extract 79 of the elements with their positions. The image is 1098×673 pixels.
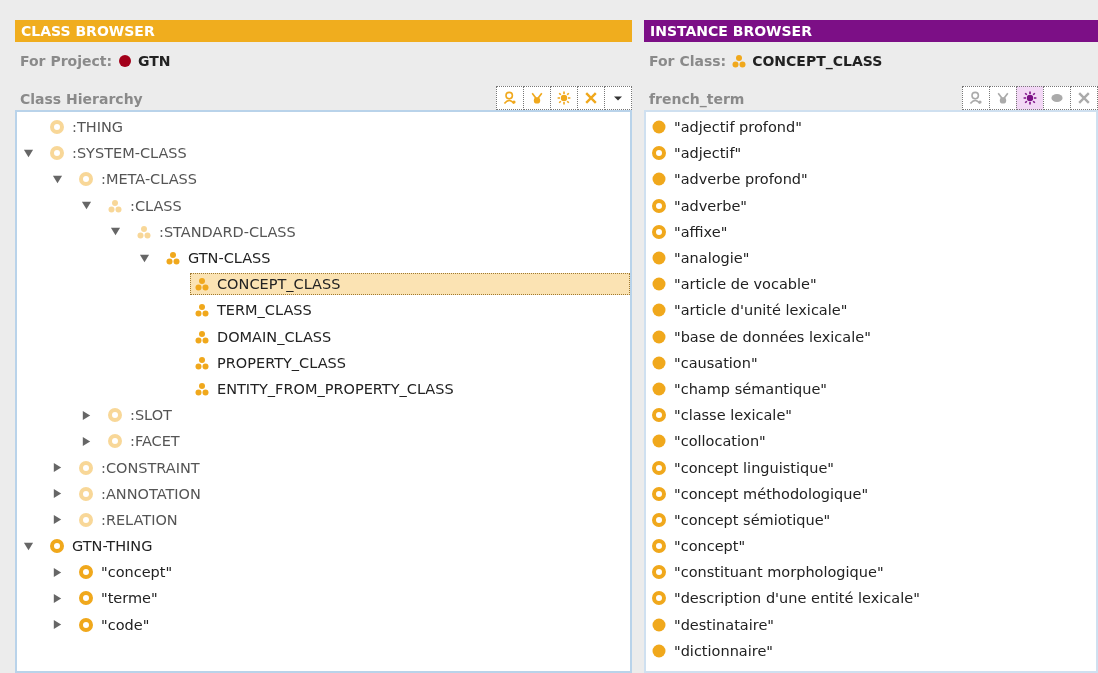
project-dot-icon: [118, 54, 133, 68]
collapse-arrow-icon[interactable]: [81, 200, 92, 212]
instance-item[interactable]: "adjectif": [646, 140, 1096, 167]
instance-item[interactable]: "champ sémantique": [646, 375, 1096, 403]
toolbar-button[interactable]: [577, 86, 605, 110]
branch-icon: [995, 90, 1011, 106]
instance-item[interactable]: "description d'une entité lexicale": [646, 585, 1096, 612]
tree-item[interactable]: :STANDARD-CLASS: [132, 220, 630, 243]
instance-item[interactable]: "affixe": [646, 218, 1096, 245]
cross-icon: [583, 90, 599, 106]
instance-item[interactable]: "collocation": [646, 428, 1096, 455]
expand-arrow-icon[interactable]: [52, 488, 63, 500]
instance-item[interactable]: "concept sémiotique": [646, 506, 1096, 533]
tree-item[interactable]: :FACET: [103, 430, 630, 453]
instance-item[interactable]: "dictionnaire": [646, 637, 1096, 664]
class-hierarchy-label: Class Hierarchy: [20, 91, 143, 109]
tree-item[interactable]: PROPERTY_CLASS: [190, 351, 630, 374]
instance-item[interactable]: "destinataire": [646, 611, 1096, 638]
instance-item[interactable]: "article d'unité lexicale": [646, 297, 1096, 324]
tree-item[interactable]: "code": [74, 613, 630, 636]
toolbar-button[interactable]: [523, 86, 551, 110]
cross-icon: [1076, 90, 1092, 106]
instance-item[interactable]: "constituant morphologique": [646, 559, 1096, 586]
instance-item[interactable]: "article de vocable": [646, 271, 1096, 298]
instance-item[interactable]: "classe lexicale": [646, 402, 1096, 429]
expand-arrow-icon[interactable]: [52, 619, 63, 631]
tree-item[interactable]: :SYSTEM-CLASS: [45, 142, 630, 165]
tree-item[interactable]: DOMAIN_CLASS: [190, 325, 630, 348]
collapse-arrow-icon[interactable]: [52, 173, 63, 185]
tree-item[interactable]: :CLASS: [103, 194, 630, 217]
dropdown-button[interactable]: [604, 86, 632, 110]
star-icon: [1022, 90, 1038, 106]
for-project-label: For Project:: [20, 53, 113, 69]
slot-label: french_term: [649, 91, 745, 110]
tree-item[interactable]: CONCEPT_CLASS: [190, 273, 630, 296]
project-name: GTN: [138, 53, 171, 69]
class-name: CONCEPT_CLASS: [752, 53, 883, 69]
tree-item[interactable]: :CONSTRAINT: [74, 456, 630, 479]
person-icon: [968, 90, 984, 106]
tree-item[interactable]: :THING: [45, 116, 630, 139]
tree-item[interactable]: :RELATION: [74, 508, 630, 531]
toolbar-button[interactable]: [550, 86, 578, 110]
expand-arrow-icon[interactable]: [52, 592, 63, 604]
instance-item[interactable]: "concept": [646, 533, 1096, 560]
tree-item[interactable]: TERM_CLASS: [190, 299, 630, 322]
expand-arrow-icon[interactable]: [81, 409, 92, 421]
expand-arrow-icon[interactable]: [81, 435, 92, 447]
tree-item[interactable]: ENTITY_FROM_PROPERTY_CLASS: [190, 377, 630, 400]
collapse-arrow-icon[interactable]: [110, 226, 121, 238]
instance-item[interactable]: "adverbe": [646, 192, 1096, 219]
branch-icon: [529, 90, 545, 106]
tree-item[interactable]: :META-CLASS: [74, 168, 630, 191]
tree-item[interactable]: :ANNOTATION: [74, 482, 630, 505]
person-icon: [502, 90, 518, 106]
instance-item[interactable]: "causation": [646, 349, 1096, 376]
tree-item[interactable]: GTN-THING: [45, 535, 630, 558]
tree-item[interactable]: "concept": [74, 561, 630, 584]
expand-arrow-icon[interactable]: [52, 514, 63, 526]
collapse-arrow-icon[interactable]: [23, 540, 34, 552]
for-class-label: For Class:: [649, 53, 727, 69]
instance-item[interactable]: "adverbe profond": [646, 166, 1096, 193]
tree-item[interactable]: :SLOT: [103, 404, 630, 427]
instance-item[interactable]: "concept méthodologique": [646, 480, 1096, 507]
collapse-arrow-icon[interactable]: [139, 252, 150, 264]
instance-item[interactable]: "adjectif profond": [646, 114, 1096, 141]
toolbar-button[interactable]: [496, 86, 524, 110]
toolbar-button[interactable]: [1016, 86, 1044, 110]
star-icon: [556, 90, 572, 106]
tree-item[interactable]: "terme": [74, 587, 630, 610]
panel-title: CLASS BROWSER: [15, 20, 632, 42]
expand-arrow-icon[interactable]: [52, 566, 63, 578]
instance-item[interactable]: "base de données lexicale": [646, 323, 1096, 350]
instance-item[interactable]: "concept linguistique": [646, 454, 1096, 481]
collapse-arrow-icon[interactable]: [23, 147, 34, 159]
instance-item[interactable]: "analogie": [646, 244, 1096, 272]
expand-arrow-icon[interactable]: [52, 462, 63, 474]
panel-title: INSTANCE BROWSER: [644, 20, 1098, 42]
cluster-icon: [732, 54, 747, 68]
tree-item[interactable]: GTN-CLASS: [161, 247, 630, 270]
